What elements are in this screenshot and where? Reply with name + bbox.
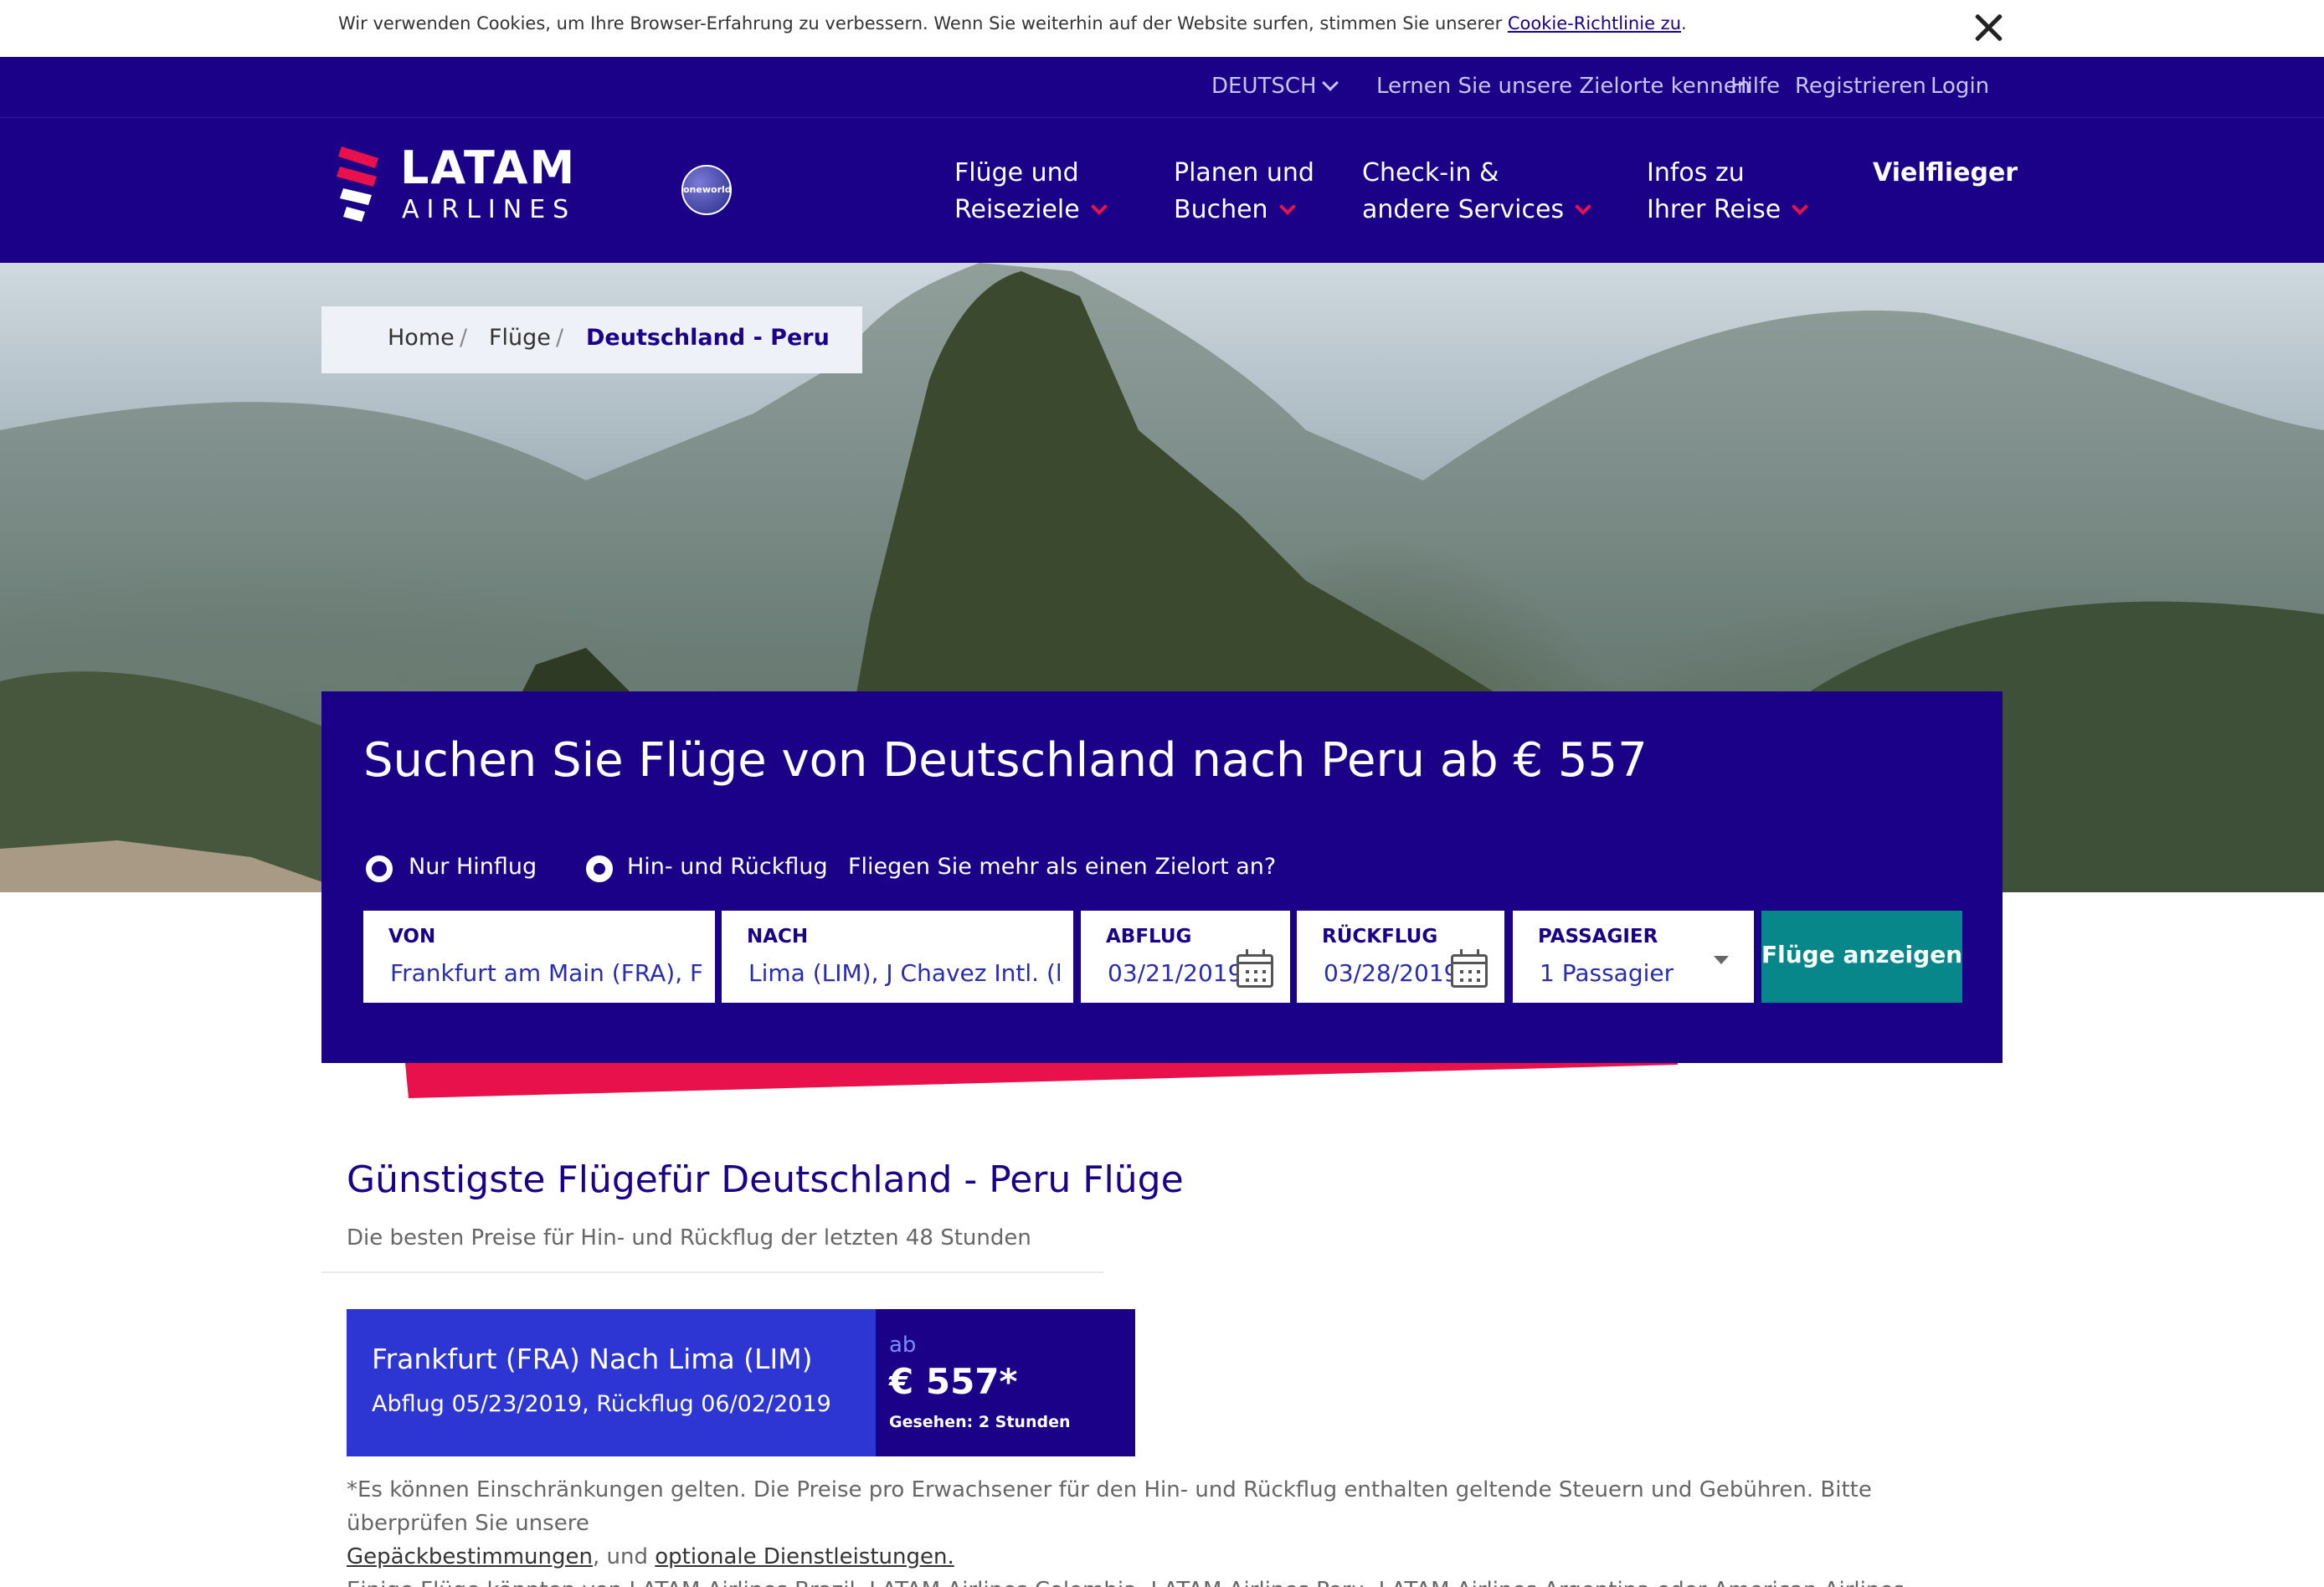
nav-label-line2: andere Services bbox=[1362, 195, 1565, 224]
deal-from-label: ab bbox=[889, 1333, 917, 1358]
deal-dates: Abflug 05/23/2019, Rückflug 06/02/2019 bbox=[372, 1391, 831, 1417]
multi-city-link[interactable]: Fliegen Sie mehr als einen Zielort an? bbox=[848, 854, 1276, 880]
cookie-banner: Wir verwenden Cookies, um Ihre Browser-E… bbox=[0, 0, 2324, 57]
to-input[interactable]: Lima (LIM), J Chavez Intl. (l bbox=[748, 959, 1060, 987]
nav-fluege-reiseziele[interactable]: Flüge und Reiseziele bbox=[954, 155, 1108, 229]
radio-one-way[interactable] bbox=[366, 855, 393, 882]
brand-subtitle: AIRLINES bbox=[402, 195, 577, 224]
disclaimer-mid: , und bbox=[593, 1544, 656, 1569]
main-header: LATAM AIRLINES oneworld Flüge und Reisez… bbox=[0, 117, 2324, 263]
passenger-value[interactable]: 1 Passagier bbox=[1540, 959, 1674, 987]
cheapest-flights-title: Günstigste Flügefür Deutschland - Peru F… bbox=[347, 1158, 1184, 1201]
search-title: Suchen Sie Flüge von Deutschland nach Pe… bbox=[363, 733, 1648, 788]
caret-down-icon[interactable] bbox=[1714, 956, 1729, 964]
radio-one-way-label[interactable]: Nur Hinflug bbox=[409, 854, 537, 880]
flight-search-panel: Suchen Sie Flüge von Deutschland nach Pe… bbox=[321, 691, 2003, 1063]
from-label: VON bbox=[388, 926, 436, 948]
departure-field[interactable]: ABFLUG 03/21/2019 bbox=[1081, 911, 1290, 1003]
nav-infos-reise[interactable]: Infos zu Ihrer Reise bbox=[1647, 155, 1809, 229]
destinations-link[interactable]: Lernen Sie unsere Zielorte kennen bbox=[1376, 74, 1751, 99]
radio-round-trip-label[interactable]: Hin- und Rückflug bbox=[627, 854, 828, 880]
cookie-policy-link[interactable]: Cookie-Richtlinie zu bbox=[1508, 13, 1681, 33]
oneworld-logo: oneworld bbox=[681, 165, 732, 215]
to-label: NACH bbox=[747, 926, 809, 948]
disclaimer-line1: *Es können Einschränkungen gelten. Die P… bbox=[347, 1477, 1872, 1536]
chevron-down-icon[interactable] bbox=[1322, 74, 1339, 91]
language-selector[interactable]: DEUTSCH bbox=[1211, 74, 1317, 99]
login-link[interactable]: Login bbox=[1931, 74, 1989, 99]
nav-label-line1: Vielflieger bbox=[1873, 158, 2018, 187]
breadcrumb-separator: / bbox=[460, 325, 468, 351]
nav-label-line1: Planen und bbox=[1174, 158, 1314, 187]
cookie-text: Wir verwenden Cookies, um Ihre Browser-E… bbox=[338, 13, 1687, 33]
departure-label: ABFLUG bbox=[1106, 926, 1192, 948]
deal-price: € 557* bbox=[889, 1361, 1018, 1402]
close-icon[interactable] bbox=[1969, 8, 2008, 47]
optional-services-link[interactable]: optionale Dienstleistungen. bbox=[655, 1544, 954, 1569]
breadcrumb-home[interactable]: Home bbox=[388, 325, 455, 351]
passenger-select[interactable]: PASSAGIER 1 Passagier bbox=[1513, 911, 1754, 1003]
chevron-down-icon bbox=[1278, 198, 1296, 215]
nav-label-line1: Infos zu bbox=[1647, 158, 1745, 187]
deal-seen: Gesehen: 2 Stunden bbox=[889, 1413, 1071, 1431]
divider bbox=[321, 1271, 1103, 1273]
nav-vielflieger[interactable]: Vielflieger bbox=[1873, 155, 2018, 192]
departure-date-input[interactable]: 03/21/2019 bbox=[1108, 959, 1242, 987]
disclaimer: *Es können Einschränkungen gelten. Die P… bbox=[347, 1473, 1979, 1587]
deal-route: Frankfurt (FRA) Nach Lima (LIM) bbox=[372, 1343, 813, 1375]
brand-name[interactable]: LATAM bbox=[400, 141, 576, 194]
to-field[interactable]: NACH Lima (LIM), J Chavez Intl. (l bbox=[722, 911, 1073, 1003]
search-flights-button[interactable]: Flüge anzeigen bbox=[1761, 911, 1962, 1003]
flight-deal-card[interactable]: Frankfurt (FRA) Nach Lima (LIM) Abflug 0… bbox=[347, 1309, 1135, 1456]
from-input[interactable]: Frankfurt am Main (FRA), F bbox=[390, 959, 702, 987]
cookie-end: . bbox=[1681, 13, 1687, 33]
baggage-rules-link[interactable]: Gepäckbestimmungen bbox=[347, 1544, 593, 1569]
accent-stripe bbox=[405, 1063, 1678, 1098]
deal-info: Frankfurt (FRA) Nach Lima (LIM) Abflug 0… bbox=[347, 1309, 876, 1456]
return-label: RÜCKFLUG bbox=[1322, 926, 1438, 948]
breadcrumb-separator: / bbox=[556, 325, 564, 351]
nav-label-line1: Check-in & bbox=[1362, 158, 1499, 187]
calendar-icon[interactable] bbox=[1237, 949, 1273, 988]
deal-price-box: ab € 557* Gesehen: 2 Stunden bbox=[876, 1309, 1135, 1456]
return-field[interactable]: RÜCKFLUG 03/28/2019 bbox=[1297, 911, 1504, 1003]
chevron-down-icon bbox=[1575, 198, 1591, 215]
register-link[interactable]: Registrieren bbox=[1795, 74, 1926, 99]
nav-checkin-services[interactable]: Check-in & andere Services bbox=[1362, 155, 1591, 229]
nav-label-line2: Ihrer Reise bbox=[1647, 195, 1782, 224]
nav-label-line2: Reiseziele bbox=[954, 195, 1080, 224]
help-link[interactable]: Hilfe bbox=[1730, 74, 1780, 99]
latam-logo-icon[interactable] bbox=[335, 143, 393, 223]
nav-label-line1: Flüge und bbox=[954, 158, 1079, 187]
radio-round-trip[interactable] bbox=[586, 855, 613, 882]
cookie-message: Wir verwenden Cookies, um Ihre Browser-E… bbox=[338, 13, 1508, 33]
nav-planen-buchen[interactable]: Planen und Buchen bbox=[1174, 155, 1314, 229]
chevron-down-icon bbox=[1792, 198, 1809, 215]
breadcrumb-current: Deutschland - Peru bbox=[586, 325, 830, 351]
from-field[interactable]: VON Frankfurt am Main (FRA), F bbox=[363, 911, 715, 1003]
passenger-label: PASSAGIER bbox=[1538, 926, 1658, 948]
calendar-icon[interactable] bbox=[1451, 949, 1488, 988]
return-date-input[interactable]: 03/28/2019 bbox=[1324, 959, 1458, 987]
chevron-down-icon bbox=[1090, 198, 1108, 215]
cheapest-flights-subtitle: Die besten Preise für Hin- und Rückflug … bbox=[347, 1225, 1031, 1251]
breadcrumb: Home / Flüge / Deutschland - Peru bbox=[321, 306, 862, 373]
utility-bar: DEUTSCH Lernen Sie unsere Zielorte kenne… bbox=[0, 57, 2324, 117]
breadcrumb-flights[interactable]: Flüge bbox=[489, 325, 551, 351]
disclaimer-line2: Einige Flüge könnten von LATAM Airlines … bbox=[347, 1574, 1979, 1587]
nav-label-line2: Buchen bbox=[1174, 195, 1268, 224]
